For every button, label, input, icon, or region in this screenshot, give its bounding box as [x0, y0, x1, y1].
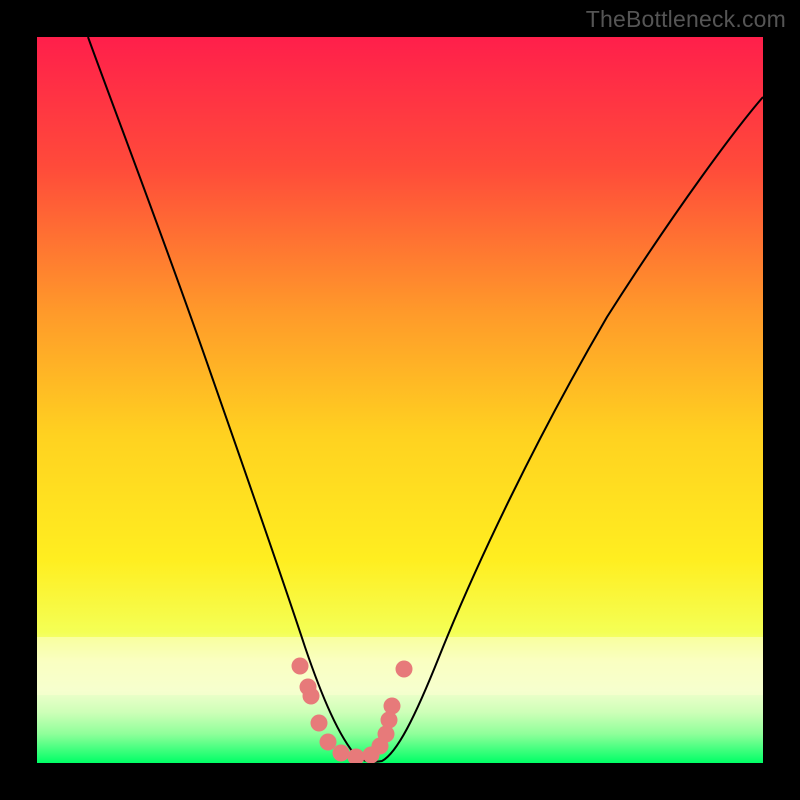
- chart-frame: TheBottleneck.com: [0, 0, 800, 800]
- plot-area: [37, 37, 763, 763]
- watermark-text: TheBottleneck.com: [586, 6, 786, 33]
- chart-svg: [37, 37, 763, 763]
